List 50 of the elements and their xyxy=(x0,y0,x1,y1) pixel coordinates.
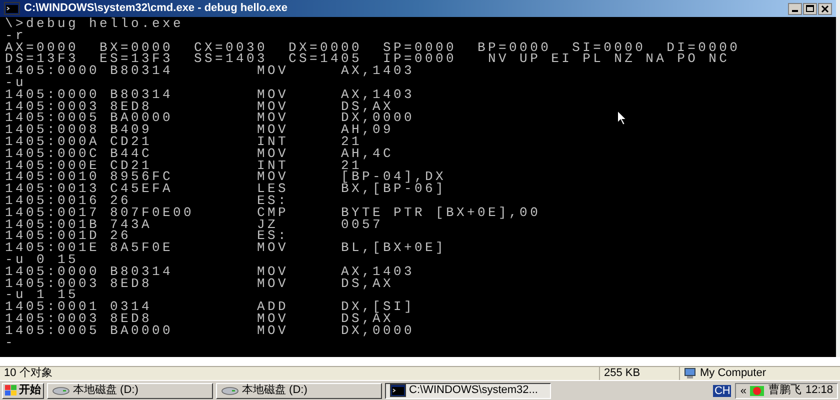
close-button[interactable] xyxy=(818,2,832,14)
taskbar-button[interactable]: C:\WINDOWS\system32... xyxy=(385,382,551,398)
console-line: -u 1 15 xyxy=(5,289,79,302)
console-line: 1405:0005 BA0000 MOV DX,0000 xyxy=(5,112,415,124)
window-title: C:\WINDOWS\system32\cmd.exe - debug hello.exe xyxy=(24,1,288,16)
taskbar-button[interactable]: 本地磁盘 (D:) xyxy=(47,382,213,398)
minimize-button[interactable] xyxy=(788,2,802,14)
console-line: 1405:000E CD21 INT 21 xyxy=(5,160,362,172)
console-line: -u 0 15 xyxy=(5,254,79,266)
console-line: 1405:0003 8ED8 MOV DS,AX xyxy=(5,100,394,112)
location-text: My Computer xyxy=(700,367,766,380)
computer-icon xyxy=(684,368,696,379)
close-icon xyxy=(821,4,829,12)
console-line: DS=13F3 ES=13F3 SS=1403 CS=1405 IP=0000 NV UP EI PL NZ NA PO NC xyxy=(5,53,730,66)
console-line: - xyxy=(5,336,16,348)
console-icon xyxy=(4,2,20,15)
language-indicator[interactable]: CH xyxy=(713,384,732,396)
console-line: 1405:0003 8ED8 MOV DS,AX xyxy=(5,278,394,290)
console-line: 1405:000A CD21 INT 21 xyxy=(5,136,362,148)
console-line: 1405:001B 743A JZ 0057 xyxy=(5,218,384,230)
show-hidden-icons-button[interactable]: « xyxy=(740,384,746,396)
console-line: 1405:0010 8956FC MOV [BP-04],DX xyxy=(5,171,446,184)
console-line: -r xyxy=(5,30,26,42)
console-line: -u xyxy=(5,76,26,89)
drive-icon xyxy=(221,386,239,396)
taskbar-button[interactable]: 本地磁盘 (D:) xyxy=(216,382,382,398)
tray-status-icon[interactable] xyxy=(750,386,764,396)
windows-logo-icon xyxy=(5,385,17,396)
console-line: 1405:000C B44C MOV AH,4C xyxy=(5,148,394,160)
start-button[interactable]: 开始 xyxy=(2,382,44,398)
console-icon xyxy=(390,384,406,397)
console-line: 1405:0000 B80314 MOV AX,1403 xyxy=(5,88,415,101)
drive-icon xyxy=(52,386,70,396)
console-line: 1405:0013 C45EFA LES BX,[BP-06] xyxy=(5,183,446,195)
console-line: 1405:0016 26 ES: xyxy=(5,194,289,207)
console-line: \>debug hello.exe xyxy=(5,18,184,30)
console-line: 1405:0008 B409 MOV AH,09 xyxy=(5,124,394,136)
console-line: 1405:0003 8ED8 MOV DS,AX xyxy=(5,312,394,325)
console-line: 1405:0017 807F0E00 CMP BYTE PTR [BX+0E],00 xyxy=(5,206,541,219)
mouse-pointer-icon xyxy=(617,110,628,126)
clock: 12:18 xyxy=(805,383,833,398)
user-name: 曹鹏飞 xyxy=(768,382,802,398)
maximize-button[interactable] xyxy=(803,2,817,14)
console-line: 1405:0001 0314 ADD DX,[SI] xyxy=(5,301,415,313)
console-line: 1405:0000 B80314 MOV AX,1403 xyxy=(5,65,415,77)
console-line: 1405:001D 26 ES: xyxy=(5,230,289,242)
console-line: 1405:0005 BA0000 MOV DX,0000 xyxy=(5,324,415,337)
console-line: AX=0000 BX=0000 CX=0030 DX=0000 SP=0000 BP=0000 SI=0000 DI=0000 xyxy=(5,42,740,54)
console-line: 1405:001E 8A5F0E MOV BL,[BX+0E] xyxy=(5,242,446,254)
console-line: 1405:0000 B80314 MOV AX,1403 xyxy=(5,266,415,278)
